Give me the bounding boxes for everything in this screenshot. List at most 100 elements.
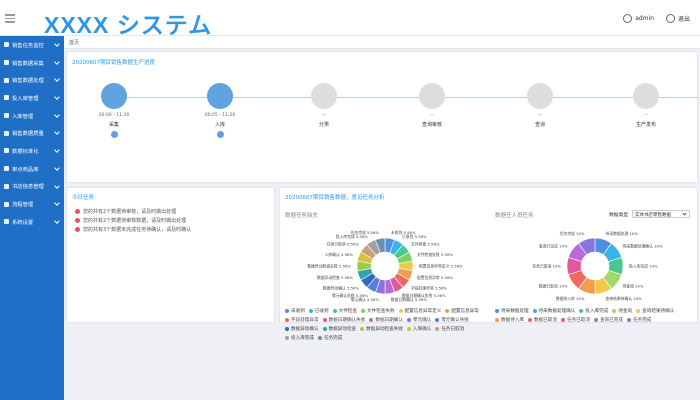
legend-item[interactable]: 待采数据处理 xyxy=(495,308,529,314)
flow-icon xyxy=(4,201,9,207)
legend-label: 零元确认失败 xyxy=(441,318,469,323)
sidebar-item[interactable]: 审点商品库 xyxy=(0,160,64,178)
legend-label: 配置信息异常定义 xyxy=(404,309,442,314)
settings-icon xyxy=(4,219,9,225)
step-time: -- xyxy=(322,113,326,118)
legend-swatch xyxy=(593,318,598,322)
sidebar-item-label: 审点商品库 xyxy=(12,166,39,173)
step-label: 查询审核 xyxy=(421,122,442,128)
user-menu[interactable]: admin xyxy=(623,14,654,23)
logout-label: 退出 xyxy=(677,16,690,23)
legend-swatch xyxy=(532,309,537,313)
legend-item[interactable]: 零元确认失败 xyxy=(435,317,469,323)
chevron-down-icon xyxy=(54,218,60,224)
legend-item[interactable]: 配置信息异常 xyxy=(445,308,479,314)
legend-item[interactable]: 任务完成 xyxy=(317,335,342,341)
legend-item[interactable]: 文件检查失败 xyxy=(360,308,395,314)
legend-item[interactable]: 数据异动检查失败 xyxy=(360,326,403,332)
task-item[interactable]: 您的共有2个数据待审核数据，请及时做出处理 xyxy=(75,217,186,224)
legend-swatch xyxy=(398,309,403,313)
analysis-card: 20200607期目销售数据，意见任务分析 数据任务缺失 数据任人员任务 数据类… xyxy=(279,187,698,341)
task-item[interactable]: 您的共有2个数据待审核，请及时做出处理 xyxy=(75,208,176,215)
chevron-down-icon xyxy=(54,200,60,207)
alert-icon xyxy=(75,218,80,223)
pie-label: 配置信息异常定义 5.56% xyxy=(419,264,463,269)
legend-label: 待查询 xyxy=(618,309,633,314)
database-icon xyxy=(4,60,9,66)
pie-label: 待采数据处理确认 10% xyxy=(623,244,663,249)
legend-item[interactable]: 待采数据处理确认 xyxy=(532,308,575,314)
logout-button[interactable]: 退出 xyxy=(665,14,690,23)
legend-item[interactable]: 数据待入库 xyxy=(495,317,524,323)
pie-label: 零元确认失败 5.56% xyxy=(332,293,368,298)
sidebar-item[interactable]: 书店信息管理 xyxy=(0,178,64,196)
sidebar-item[interactable]: 流程管理 xyxy=(0,195,64,213)
step-label: 分类 xyxy=(318,122,329,128)
legend-label: 文件检查 xyxy=(338,309,357,314)
sidebar-item[interactable]: 入库管理 xyxy=(0,107,64,125)
legend-label: 数据日期确认 xyxy=(375,318,403,323)
legend-item[interactable]: 数据异动检查 xyxy=(322,326,356,332)
sidebar-item[interactable]: 系统设置 xyxy=(0,213,64,231)
progress-title: 20200607期目销售数据生产进度 xyxy=(72,60,155,66)
legend-item[interactable]: 数据日期确认失败 xyxy=(322,317,365,323)
legend-item[interactable]: 零元确认 xyxy=(406,317,431,323)
hamburger-menu-icon[interactable] xyxy=(5,14,15,23)
step-label: 采集 xyxy=(108,122,119,128)
data-type-select[interactable]: 实体书店零售数据 xyxy=(632,210,690,218)
legend-swatch xyxy=(435,318,440,322)
breadcrumb[interactable]: 首页 xyxy=(64,36,700,49)
legend-item[interactable]: 未收到 xyxy=(285,308,305,314)
legend-item[interactable]: 入库确认 xyxy=(406,326,432,332)
step-time: -- xyxy=(538,113,542,118)
progress-step: -- 生产发布 xyxy=(611,83,681,128)
step-label: 生产发布 xyxy=(635,122,656,128)
legend-item[interactable]: 查询结果待确认 xyxy=(636,308,674,314)
chevron-down-icon xyxy=(54,164,60,171)
pie-label: 配置信息异常 5.56% xyxy=(417,275,453,280)
legend-item[interactable]: 任务已取消 xyxy=(435,326,464,332)
legend-item[interactable]: 数据已取消 xyxy=(527,317,557,323)
sidebar-item[interactable]: 销售任务监控 xyxy=(0,36,64,54)
sidebar-item[interactable]: 数据标准化 xyxy=(0,142,64,160)
legend-item[interactable]: 已收到 xyxy=(308,308,329,314)
warehouse-icon xyxy=(4,95,9,101)
tasks-title: 今日任务 xyxy=(72,195,95,201)
sidebar-item[interactable]: 销售数据处理 xyxy=(0,71,64,89)
legend-item[interactable]: 任务完成 xyxy=(626,317,651,323)
task-item[interactable]: 您的共有3个数据未完成任务待确认，请及时确认 xyxy=(75,226,191,233)
compass-icon xyxy=(419,83,445,109)
process-icon xyxy=(4,77,9,83)
legend-item[interactable]: 待查询 xyxy=(612,308,632,314)
legend-item[interactable]: 数据日期确认 xyxy=(369,317,403,323)
legend-item[interactable]: 查询已完成 xyxy=(593,317,623,323)
task-text: 您的共有3个数据未完成任务待确认，请及时确认 xyxy=(83,227,192,233)
legend-item[interactable]: 投入库完成 xyxy=(285,335,314,341)
sidebar-item[interactable]: 投入库管理 xyxy=(0,89,64,107)
legend-item[interactable]: 文件检查 xyxy=(332,308,357,314)
pie-label: 已收到 5.56% xyxy=(402,234,427,239)
pie-label: 任务完成 10% xyxy=(560,231,585,236)
sidebar-item-label: 销售数据采集 xyxy=(12,60,44,67)
sidebar-item-label: 系统设置 xyxy=(12,219,34,226)
sidebar-item[interactable]: 销售数据质量 xyxy=(0,124,64,142)
legend-item[interactable]: 字段处理异常 xyxy=(285,317,319,323)
task-pie-legend: 未收到 已收到 文件检查 文件检查失败 配置信息异常定义 配置信息异常 字段处理异常 数据日期… xyxy=(285,308,490,344)
legend-swatch xyxy=(322,318,327,322)
legend-label: 入库确认 xyxy=(412,327,432,332)
legend-swatch xyxy=(445,309,450,313)
alert-icon xyxy=(75,209,80,214)
left-chart-title: 数据任务缺失 xyxy=(285,213,319,219)
legend-swatch xyxy=(285,336,289,340)
sidebar-item[interactable]: 销售数据采集 xyxy=(0,54,64,72)
alert-icon xyxy=(75,227,80,232)
legend-item[interactable]: 配置信息异常定义 xyxy=(398,308,442,314)
legend-item[interactable]: 投入库完成 xyxy=(579,308,608,314)
legend-item[interactable]: 任务已取消 xyxy=(560,317,590,323)
step-label: 查询 xyxy=(534,122,545,128)
legend-item[interactable]: 数据异动确认 xyxy=(285,326,319,332)
top-bar: XXXX システム admin 退出 xyxy=(0,0,700,38)
inbox-icon xyxy=(4,113,9,119)
legend-label: 投入库完成 xyxy=(585,309,609,314)
task-text: 您的共有2个数据待审核，请及时做出处理 xyxy=(83,209,177,215)
